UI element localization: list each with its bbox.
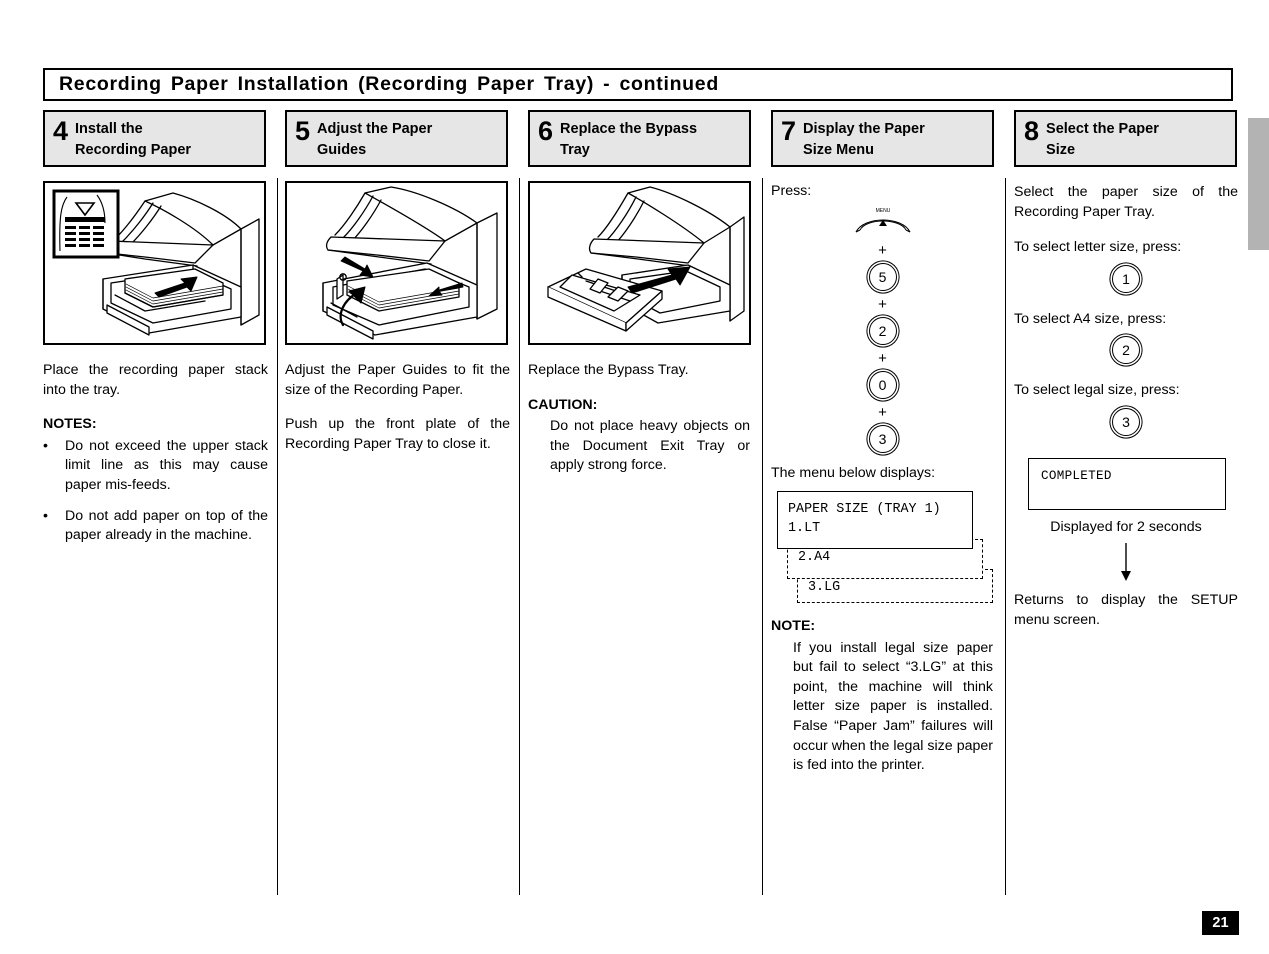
step-title: Adjust the Paper Guides bbox=[317, 119, 432, 161]
illustration-adjust-paper-guides bbox=[285, 181, 508, 345]
displayed-duration-caption: Displayed for 2 seconds bbox=[1050, 518, 1202, 535]
step-header-4: 4 Install the Recording Paper bbox=[43, 110, 266, 167]
returns-text: Returns to display the SETUP menu screen… bbox=[1014, 591, 1238, 628]
lcd-line-2: 1.LT bbox=[788, 521, 821, 537]
number-key-3[interactable]: 3 bbox=[868, 425, 897, 453]
note-bullet-text: Do not exceed the upper stack limit line… bbox=[65, 437, 268, 493]
a4-size-key-wrap: 2 bbox=[1014, 336, 1238, 365]
number-key-2[interactable]: 2 bbox=[868, 317, 897, 345]
letter-size-key-wrap: 1 bbox=[1014, 264, 1238, 293]
number-key-0[interactable]: 0 bbox=[868, 371, 897, 399]
lcd-menu-stack: 3.LG 2.A4 PAPER SIZE (TRAY 1) 1.LT bbox=[771, 491, 996, 603]
key-sequence: MENU + 5 + 2 + 0 + 3 bbox=[771, 205, 994, 453]
step-title-line1: Adjust the Paper bbox=[317, 121, 433, 137]
step-6-para-1: Replace the Bypass Tray. bbox=[528, 362, 689, 378]
step-7-note: NOTE: If you install legal size paper bu… bbox=[771, 617, 996, 776]
step-number: 6 bbox=[538, 116, 554, 146]
bypass-tray-drawing bbox=[547, 186, 745, 332]
step-number: 8 bbox=[1024, 116, 1040, 146]
note-heading: NOTE: bbox=[771, 618, 816, 634]
letter-size-prompt: To select letter size, press: bbox=[1014, 239, 1182, 256]
step-title-line2: Tray bbox=[560, 142, 590, 159]
bullet-marker: • bbox=[43, 507, 48, 524]
step-number: 4 bbox=[53, 116, 69, 146]
page-number-badge: 21 bbox=[1202, 911, 1239, 935]
step-5-body: Adjust the Paper Guides to fit the size … bbox=[285, 361, 510, 454]
page-title: Recording Paper Installation (Recording … bbox=[59, 73, 719, 95]
step-title-line2: Size bbox=[1046, 142, 1076, 159]
step-column-4: 4 Install the Recording Paper Place the … bbox=[43, 110, 286, 557]
note-bullet: • Do not exceed the upper stack limit li… bbox=[43, 437, 268, 496]
step-column-7: 7 Display the Paper Size Menu Press: MEN… bbox=[771, 110, 1014, 776]
flow-arrow-wrap bbox=[1014, 542, 1238, 583]
step-title-line1: Replace the Bypass bbox=[560, 121, 698, 137]
lcd-completed: COMPLETED bbox=[1028, 457, 1226, 510]
step-number: 7 bbox=[781, 116, 797, 146]
down-arrow-icon bbox=[1121, 542, 1131, 581]
plus-symbol: + bbox=[878, 242, 887, 259]
step-title-line2: Recording Paper bbox=[75, 142, 192, 159]
menu-key-caption: MENU bbox=[875, 208, 890, 214]
number-key-2[interactable]: 2 bbox=[1112, 336, 1140, 365]
number-key-1[interactable]: 1 bbox=[1112, 264, 1140, 293]
manual-page: Recording Paper Installation (Recording … bbox=[0, 0, 1269, 954]
step-title-line2: Guides bbox=[317, 142, 367, 159]
step-8-intro: Select the paper size of the Recording P… bbox=[1014, 184, 1238, 220]
step-header-6: 6 Replace the Bypass Tray bbox=[528, 110, 751, 167]
note-bullet: • Do not add paper on top of the paper a… bbox=[43, 507, 268, 546]
step-title: Display the Paper Size Menu bbox=[803, 119, 925, 161]
legal-size-key-wrap: 3 bbox=[1014, 407, 1238, 436]
step-header-7: 7 Display the Paper Size Menu bbox=[771, 110, 994, 167]
step-header-8: 8 Select the Paper Size bbox=[1014, 110, 1237, 167]
step-title-line1: Display the Paper bbox=[803, 121, 925, 137]
step-title: Replace the Bypass Tray bbox=[560, 119, 697, 161]
note-bullet-text: Do not add paper on top of the paper alr… bbox=[65, 507, 268, 544]
step-5-para-2: Push up the front plate of the Recording… bbox=[285, 416, 510, 452]
paper-guides-drawing bbox=[322, 186, 498, 340]
lcd-line-1: PAPER SIZE (TRAY 1) bbox=[788, 502, 941, 517]
bullet-marker: • bbox=[43, 437, 48, 454]
note-text: If you install legal size paper but fail… bbox=[793, 639, 993, 774]
plus-symbol: + bbox=[878, 404, 887, 421]
number-key-3[interactable]: 3 bbox=[1112, 407, 1140, 436]
plus-symbol: + bbox=[878, 350, 887, 367]
caution-heading: CAUTION: bbox=[528, 396, 598, 413]
page-header-bar: Recording Paper Installation (Recording … bbox=[43, 68, 1233, 101]
step-column-6: 6 Replace the Bypass Tray Replace the By… bbox=[528, 110, 771, 476]
step-column-5: 5 Adjust the Paper Guides Adjust the Pap… bbox=[285, 110, 528, 454]
printer-paper-insert-drawing bbox=[52, 189, 260, 336]
menu-below-label: The menu below displays: bbox=[771, 465, 936, 481]
step-title-line2: Size Menu bbox=[803, 142, 874, 159]
illustration-install-recording-paper bbox=[43, 181, 266, 345]
step-column-8: 8 Select the Paper Size Select the paper… bbox=[1014, 110, 1257, 630]
a4-size-prompt: To select A4 size, press: bbox=[1014, 310, 1167, 327]
step-header-5: 5 Adjust the Paper Guides bbox=[285, 110, 508, 167]
step-number: 5 bbox=[295, 116, 311, 146]
plus-symbol: + bbox=[878, 296, 887, 313]
illustration-replace-bypass-tray bbox=[528, 181, 751, 345]
caution-text: Do not place heavy objects on the Docume… bbox=[550, 418, 750, 474]
step-title-line1: Install the bbox=[75, 121, 143, 137]
number-key-5[interactable]: 5 bbox=[868, 263, 897, 291]
stack-limit-inset bbox=[52, 189, 120, 259]
legal-size-prompt: To select legal size, press: bbox=[1014, 382, 1180, 399]
step-6-body: Replace the Bypass Tray. CAUTION: Do not… bbox=[528, 361, 753, 476]
step-title: Select the Paper Size bbox=[1046, 119, 1159, 161]
step-title: Install the Recording Paper bbox=[75, 119, 191, 161]
step-5-para-1: Adjust the Paper Guides to fit the size … bbox=[285, 362, 510, 398]
lcd-paper-size-menu: PAPER SIZE (TRAY 1) 1.LT bbox=[777, 491, 973, 549]
press-label: Press: bbox=[771, 183, 812, 199]
menu-button-icon[interactable]: MENU bbox=[853, 205, 913, 237]
notes-heading: NOTES: bbox=[43, 416, 97, 433]
step-4-intro: Place the recording paper stack into the… bbox=[43, 362, 268, 398]
step-4-body: Place the recording paper stack into the… bbox=[43, 361, 268, 546]
step-title-line1: Select the Paper bbox=[1046, 121, 1159, 137]
